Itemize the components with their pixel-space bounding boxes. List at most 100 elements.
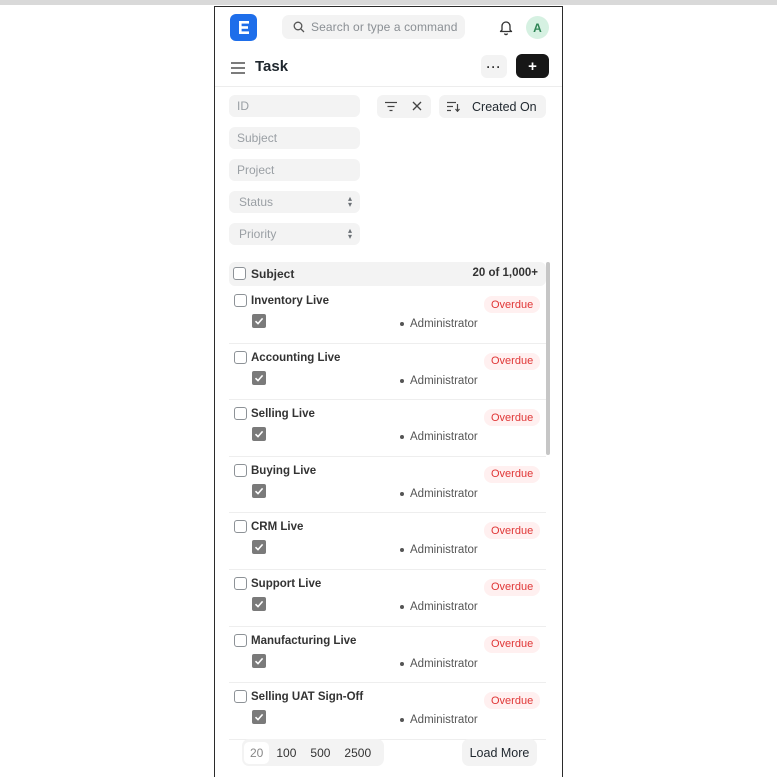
completed-checkbox-icon[interactable] [252,653,266,668]
page-size-option[interactable]: 100 [269,746,303,760]
list-footer: 20 100 500 2500 Load More [215,736,562,777]
list-header: Subject 20 of 1,000+ [229,262,546,286]
page-size-option[interactable]: 20 [244,741,270,764]
completed-checkbox-icon[interactable] [252,427,266,442]
search-placeholder: Search or type a command [311,20,458,34]
status-badge: Overdue [484,522,541,540]
sidebar-toggle-icon[interactable] [231,62,245,74]
filter-button-group [377,95,431,118]
task-subject: Inventory Live [251,295,329,307]
task-owner: Administrator [400,601,478,613]
id-filter-input[interactable]: ID [229,95,360,117]
row-select-checkbox[interactable] [234,520,247,534]
task-row[interactable]: Support Live Overdue Administrator [229,570,546,627]
owner-name: Administrator [410,657,478,670]
completed-checkbox-icon[interactable] [252,540,266,555]
status-badge: Overdue [484,635,541,653]
owner-name: Administrator [410,487,478,500]
status-badge: Overdue [484,465,541,483]
task-owner: Administrator [400,375,478,387]
task-owner: Administrator [400,658,478,670]
task-row[interactable]: Buying Live Overdue Administrator [229,457,546,514]
priority-filter-select[interactable]: Priority ▴ ▾ [229,223,360,245]
completed-checkbox-icon[interactable] [252,483,266,498]
id-filter-placeholder: ID [237,99,249,113]
add-task-button[interactable]: + [516,54,549,78]
owner-name: Administrator [410,714,478,727]
search-icon [287,15,311,39]
page-size-option[interactable]: 2500 [337,746,378,760]
task-subject: CRM Live [251,521,304,534]
row-select-checkbox[interactable] [234,633,247,647]
app-frame: Search or type a command A Task ··· + ID… [214,6,563,777]
task-row[interactable]: Selling Live Overdue Administrator [229,400,546,457]
page-size-option[interactable]: 500 [303,746,337,760]
more-actions-button[interactable]: ··· [481,55,507,78]
row-select-checkbox[interactable] [234,350,247,364]
clear-filter-icon[interactable] [412,101,422,111]
task-subject: Manufacturing Live [251,634,357,647]
task-owner: Administrator [400,714,478,726]
subject-filter-placeholder: Subject [237,131,278,145]
list-scrollbar[interactable] [546,262,550,455]
task-owner: Administrator [400,488,478,500]
select-caret-icon: ▴ ▾ [347,226,352,241]
owner-dot-icon [400,718,404,723]
page-title: Task [255,58,289,75]
result-count: 20 of 1,000+ [472,267,538,279]
subject-filter-input[interactable]: Subject [229,127,360,149]
task-subject: Selling UAT Sign-Off [251,691,364,704]
task-row[interactable]: Accounting Live Overdue Administrator [229,344,546,401]
status-badge: Overdue [484,296,541,313]
user-avatar[interactable]: A [526,16,549,39]
row-select-checkbox[interactable] [234,576,247,590]
list-header-label: Subject [251,267,295,281]
owner-name: Administrator [410,600,478,613]
select-caret-icon: ▴ ▾ [347,194,352,209]
completed-checkbox-icon[interactable] [252,370,266,385]
sort-button[interactable]: Created On [439,95,546,118]
owner-dot-icon [400,321,404,326]
task-subject: Selling Live [251,408,315,421]
owner-dot-icon [400,548,404,553]
owner-name: Administrator [410,431,478,444]
row-select-checkbox[interactable] [234,463,247,477]
task-owner: Administrator [400,318,478,330]
top-strip [0,0,777,5]
completed-checkbox-icon[interactable] [252,314,266,328]
project-filter-placeholder: Project [237,163,275,177]
owner-name: Administrator [410,544,478,557]
row-select-checkbox[interactable] [234,407,247,421]
priority-filter-placeholder: Priority [239,227,277,241]
owner-name: Administrator [410,374,478,387]
task-owner: Administrator [400,431,478,443]
task-row[interactable]: Inventory Live Overdue Administrator [229,287,546,344]
task-owner: Administrator [400,544,478,556]
project-filter-input[interactable]: Project [229,159,360,181]
load-more-button[interactable]: Load More [462,739,537,766]
status-filter-select[interactable]: Status ▴ ▾ [229,191,360,213]
row-select-checkbox[interactable] [234,294,247,307]
notification-bell-icon[interactable] [498,18,514,36]
task-row[interactable]: Selling UAT Sign-Off Overdue Administrator [229,683,546,740]
status-filter-placeholder: Status [239,195,274,209]
page-size-selector: 20 100 500 2500 [242,739,384,766]
filter-icon[interactable] [385,101,397,112]
owner-name: Administrator [410,318,478,330]
sort-icon [447,101,460,112]
completed-checkbox-icon[interactable] [252,710,266,725]
task-row[interactable]: Manufacturing Live Overdue Administrator [229,627,546,684]
status-badge: Overdue [484,578,541,596]
task-row[interactable]: CRM Live Overdue Administrator [229,513,546,570]
completed-checkbox-icon[interactable] [252,596,266,611]
row-select-checkbox[interactable] [234,690,247,704]
task-subject: Accounting Live [251,351,341,364]
owner-dot-icon [400,661,404,666]
sort-label: Created On [472,99,537,114]
search-bar[interactable]: Search or type a command [282,15,465,39]
owner-dot-icon [400,435,404,440]
status-badge: Overdue [484,352,541,370]
select-all-checkbox[interactable] [233,267,246,280]
app-logo-icon[interactable] [230,14,257,41]
owner-dot-icon [400,604,404,609]
